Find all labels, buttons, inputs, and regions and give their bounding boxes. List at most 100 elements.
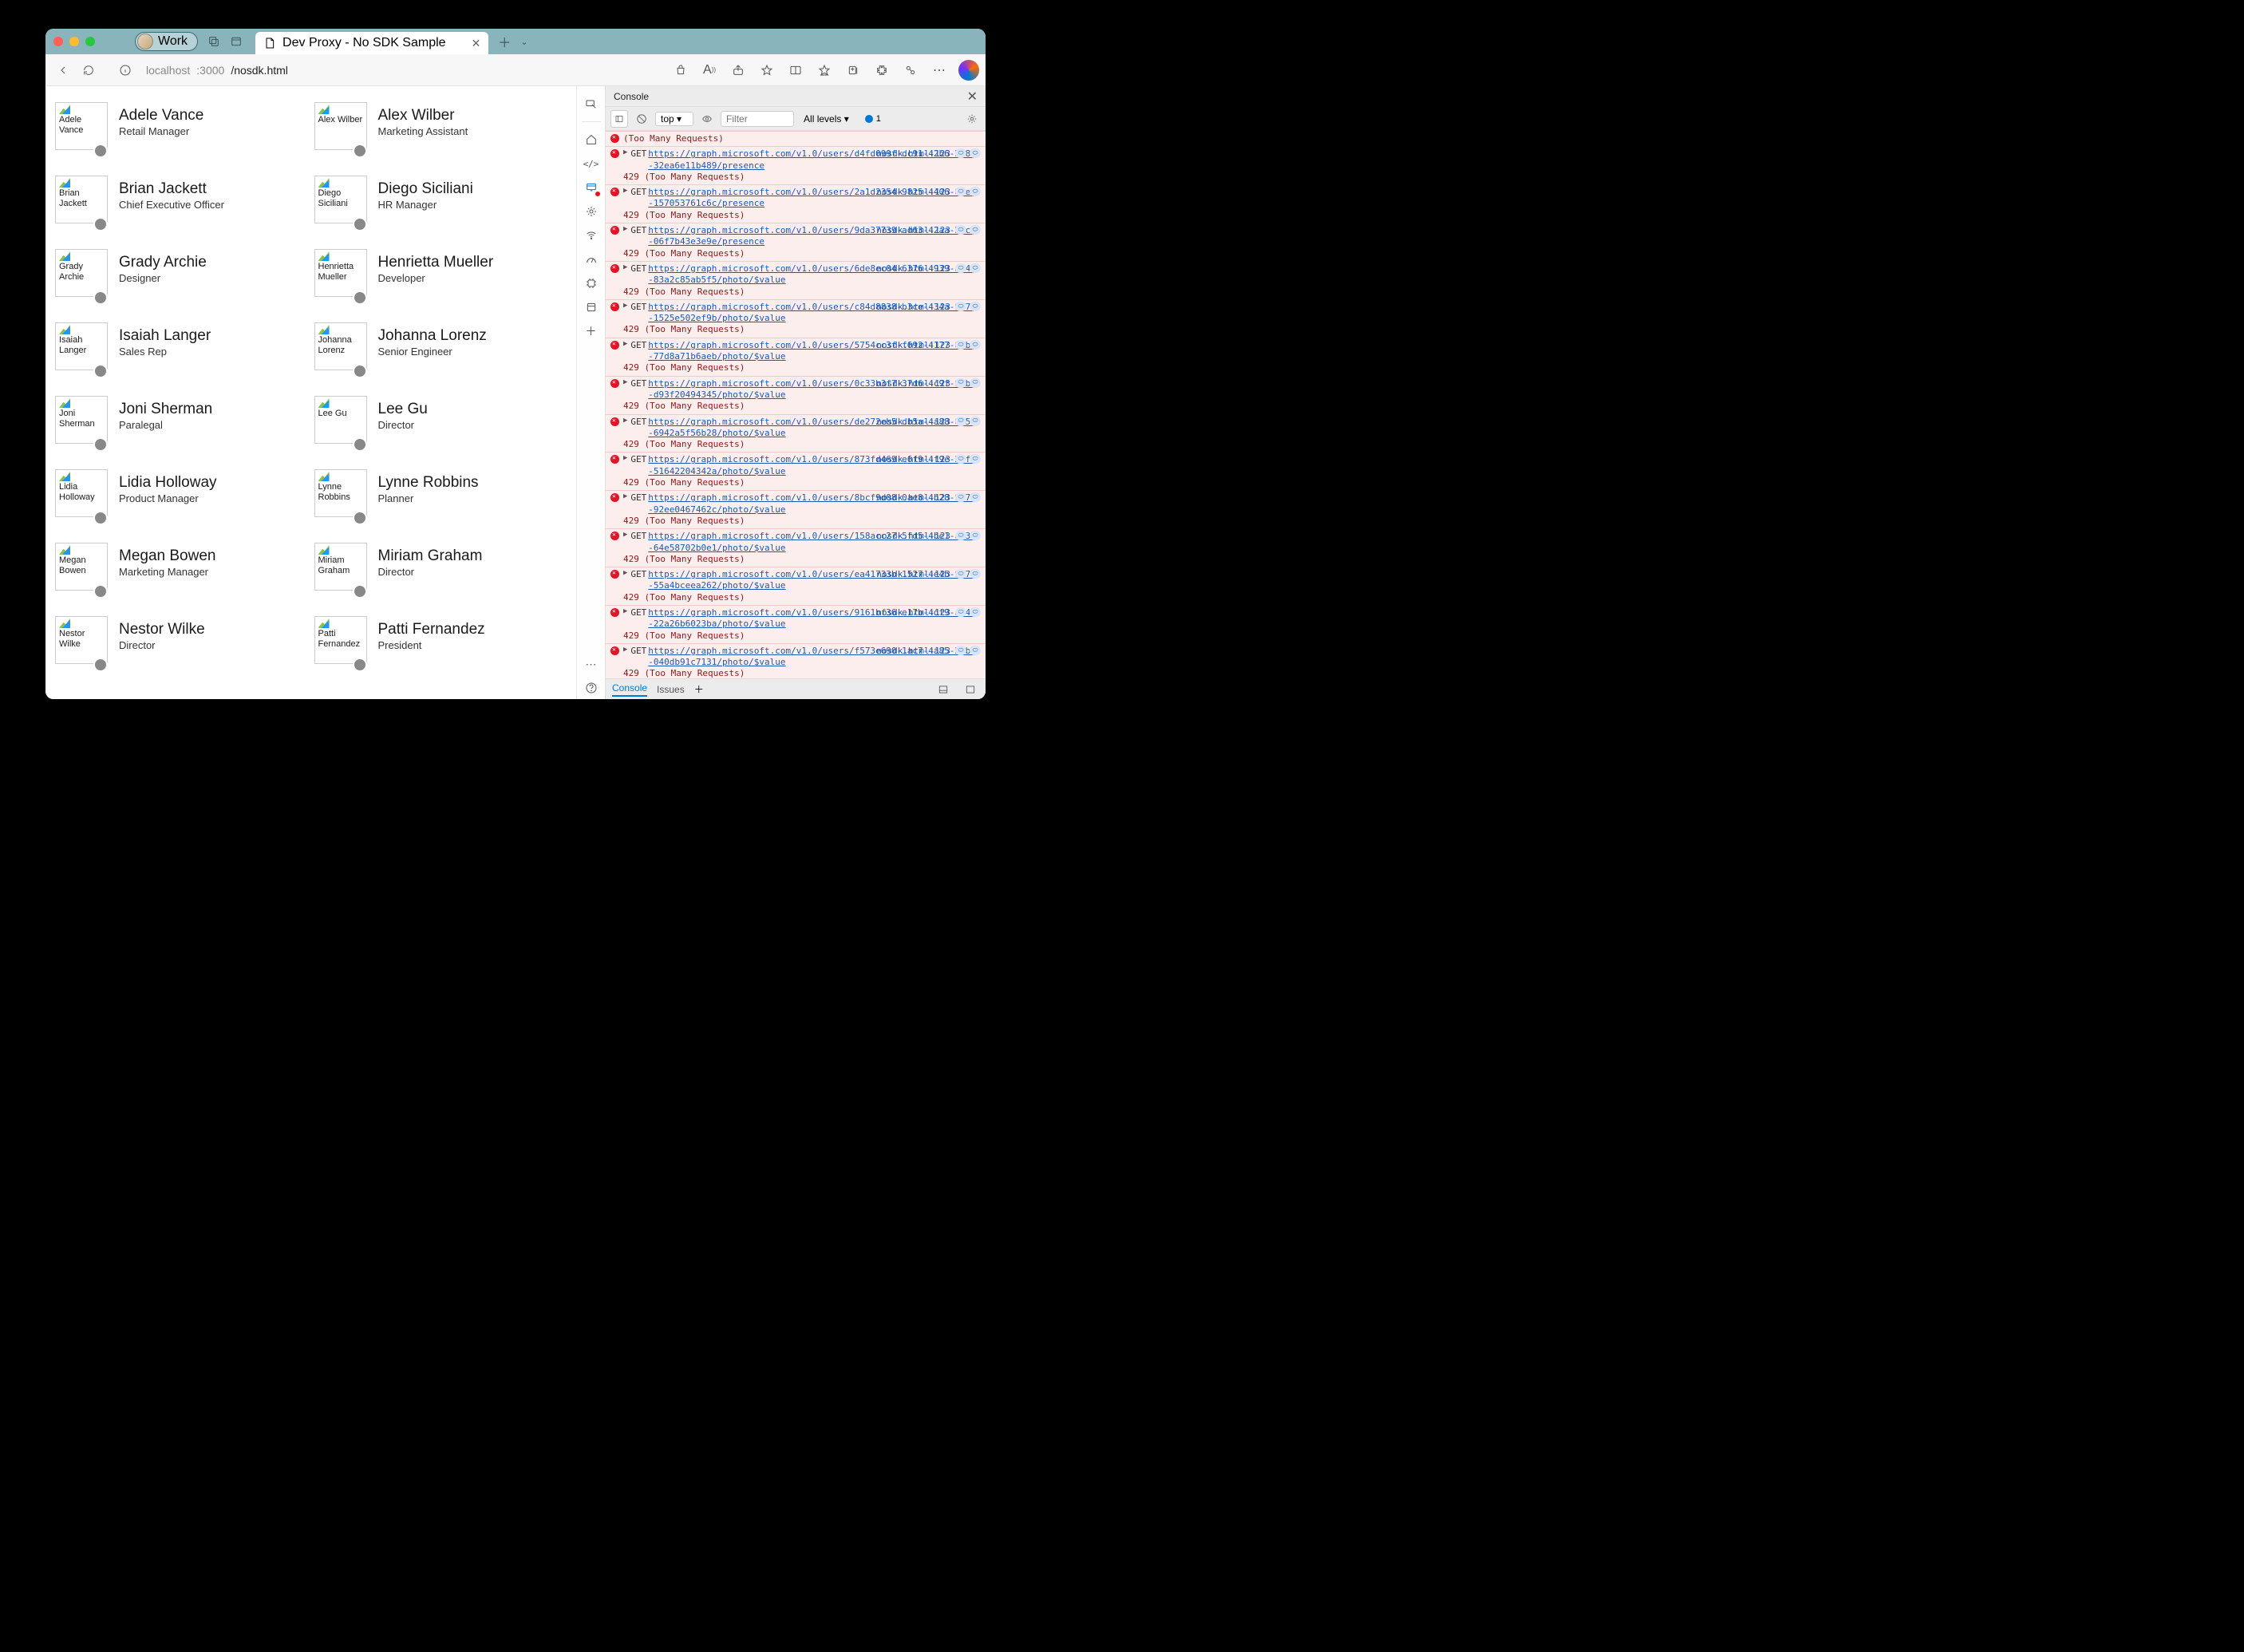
application-icon[interactable] xyxy=(580,296,602,318)
badge-icon[interactable]: ⬭ xyxy=(955,378,966,388)
log-levels-selector[interactable]: All levels ▾ xyxy=(799,113,860,125)
source-link[interactable]: nosdk.html:123 xyxy=(876,646,950,657)
close-window-button[interactable] xyxy=(53,37,63,46)
url-input[interactable]: localhost:3000/nosdk.html xyxy=(140,64,668,77)
badge-icon[interactable]: ⬭ xyxy=(970,187,981,196)
add-tool-icon[interactable]: ＋ xyxy=(580,320,602,342)
console-log-list[interactable]: (Too Many Requests) ▶ GET https://graph.… xyxy=(606,131,986,678)
disclosure-icon[interactable]: ▶ xyxy=(623,531,627,540)
source-link[interactable]: nosdk.html:123 xyxy=(876,492,950,504)
console-error-entry[interactable]: ▶ GET https://graph.microsoft.com/v1.0/u… xyxy=(606,490,986,529)
badge-icon[interactable]: ⬭ xyxy=(970,263,981,273)
disclosure-icon[interactable]: ▶ xyxy=(623,187,627,196)
toggle-sidebar-button[interactable] xyxy=(610,110,628,128)
badge-icon[interactable]: ⬭ xyxy=(955,225,966,235)
devtools-close-button[interactable]: ✕ xyxy=(967,89,978,105)
source-link[interactable]: nosdk.html:123 xyxy=(876,225,950,236)
collections-icon[interactable] xyxy=(843,61,863,80)
drawer-expand-button[interactable] xyxy=(962,681,979,698)
source-link[interactable]: nosdk.html:123 xyxy=(876,340,950,351)
badge-icon[interactable]: ⬭ xyxy=(955,531,966,540)
console-error-entry[interactable]: ▶ GET https://graph.microsoft.com/v1.0/u… xyxy=(606,567,986,606)
badge-icon[interactable]: ⬭ xyxy=(970,569,981,579)
copilot-button[interactable] xyxy=(958,60,979,81)
new-tab-button[interactable]: ＋ xyxy=(498,32,511,51)
console-error-entry[interactable]: ▶ GET https://graph.microsoft.com/v1.0/u… xyxy=(606,338,986,377)
drawer-tab-issues[interactable]: Issues xyxy=(657,684,685,695)
console-error-entry[interactable]: ▶ GET https://graph.microsoft.com/v1.0/u… xyxy=(606,643,986,678)
disclosure-icon[interactable]: ▶ xyxy=(623,340,627,350)
badge-icon[interactable]: ⬭ xyxy=(955,417,966,426)
memory-icon[interactable] xyxy=(580,272,602,294)
clear-console-button[interactable] xyxy=(633,110,650,128)
source-link[interactable]: nosdk.html:123 xyxy=(876,148,950,160)
drawer-add-tab-button[interactable]: ＋ xyxy=(694,682,704,696)
console-error-entry[interactable]: ▶ GET https://graph.microsoft.com/v1.0/u… xyxy=(606,414,986,453)
badge-icon[interactable]: ⬭ xyxy=(955,148,966,158)
console-settings-button[interactable] xyxy=(963,110,981,128)
disclosure-icon[interactable]: ▶ xyxy=(623,378,627,388)
maximize-window-button[interactable] xyxy=(85,37,95,46)
inspect-icon[interactable] xyxy=(580,93,602,115)
drawer-dock-button[interactable] xyxy=(934,681,952,698)
browser-tools-icon[interactable] xyxy=(901,61,920,80)
badge-icon[interactable]: ⬭ xyxy=(970,607,981,617)
profile-switcher[interactable]: Work xyxy=(135,32,198,51)
disclosure-icon[interactable]: ▶ xyxy=(623,225,627,235)
disclosure-icon[interactable]: ▶ xyxy=(623,263,627,273)
disclosure-icon[interactable]: ▶ xyxy=(623,569,627,579)
source-link[interactable]: nosdk.html:123 xyxy=(876,607,950,619)
network-console-icon[interactable] xyxy=(580,176,602,199)
favorites-bar-icon[interactable] xyxy=(815,61,834,80)
badge-icon[interactable]: ⬭ xyxy=(955,263,966,273)
source-link[interactable]: nosdk.html:123 xyxy=(876,263,950,275)
filter-input[interactable] xyxy=(721,111,794,127)
badge-icon[interactable]: ⬭ xyxy=(970,531,981,540)
share-icon[interactable] xyxy=(729,61,748,80)
console-error-entry[interactable]: ▶ GET https://graph.microsoft.com/v1.0/u… xyxy=(606,299,986,338)
badge-icon[interactable]: ⬭ xyxy=(955,569,966,579)
refresh-button[interactable] xyxy=(77,59,100,81)
console-error-entry[interactable]: ▶ GET https://graph.microsoft.com/v1.0/u… xyxy=(606,605,986,644)
console-error-entry[interactable]: ▶ GET https://graph.microsoft.com/v1.0/u… xyxy=(606,184,986,223)
badge-icon[interactable]: ⬭ xyxy=(955,607,966,617)
disclosure-icon[interactable]: ▶ xyxy=(623,646,627,655)
more-icon[interactable]: ⋯ xyxy=(930,61,949,80)
network-icon[interactable] xyxy=(580,224,602,247)
drawer-tab-console[interactable]: Console xyxy=(612,682,647,697)
console-error-entry[interactable]: ▶ GET https://graph.microsoft.com/v1.0/u… xyxy=(606,223,986,262)
badge-icon[interactable]: ⬭ xyxy=(955,187,966,196)
issues-count[interactable]: 1 xyxy=(865,114,881,124)
console-error-entry[interactable]: ▶ GET https://graph.microsoft.com/v1.0/u… xyxy=(606,528,986,567)
disclosure-icon[interactable]: ▶ xyxy=(623,302,627,311)
badge-icon[interactable]: ⬭ xyxy=(970,492,981,502)
disclosure-icon[interactable]: ▶ xyxy=(623,417,627,426)
back-button[interactable] xyxy=(52,59,74,81)
minimize-window-button[interactable] xyxy=(69,37,79,46)
source-link[interactable]: nosdk.html:123 xyxy=(876,302,950,313)
badge-icon[interactable]: ⬭ xyxy=(970,646,981,655)
badge-icon[interactable]: ⬭ xyxy=(955,646,966,655)
source-link[interactable]: nosdk.html:123 xyxy=(876,378,950,389)
favorite-icon[interactable] xyxy=(757,61,776,80)
sources-icon[interactable] xyxy=(580,200,602,223)
source-link[interactable]: nosdk.html:123 xyxy=(876,417,950,428)
read-aloud-icon[interactable]: A)) xyxy=(700,61,719,80)
badge-icon[interactable]: ⬭ xyxy=(970,454,981,464)
badge-icon[interactable]: ⬭ xyxy=(955,492,966,502)
browser-tab[interactable]: Dev Proxy - No SDK Sample ✕ xyxy=(255,32,488,54)
close-tab-button[interactable]: ✕ xyxy=(472,37,481,50)
disclosure-icon[interactable]: ▶ xyxy=(623,148,627,158)
badge-icon[interactable]: ⬭ xyxy=(970,340,981,350)
shopping-icon[interactable] xyxy=(671,61,690,80)
console-error-entry[interactable]: ▶ GET https://graph.microsoft.com/v1.0/u… xyxy=(606,376,986,415)
split-screen-icon[interactable] xyxy=(786,61,805,80)
badge-icon[interactable]: ⬭ xyxy=(970,148,981,158)
context-selector[interactable]: top ▾ xyxy=(655,112,693,126)
tab-actions-icon[interactable] xyxy=(230,35,243,48)
badge-icon[interactable]: ⬭ xyxy=(970,417,981,426)
site-info-icon[interactable] xyxy=(114,59,136,81)
badge-icon[interactable]: ⬭ xyxy=(970,302,981,311)
live-expression-button[interactable] xyxy=(698,110,716,128)
console-error-entry[interactable]: ▶ GET https://graph.microsoft.com/v1.0/u… xyxy=(606,146,986,185)
